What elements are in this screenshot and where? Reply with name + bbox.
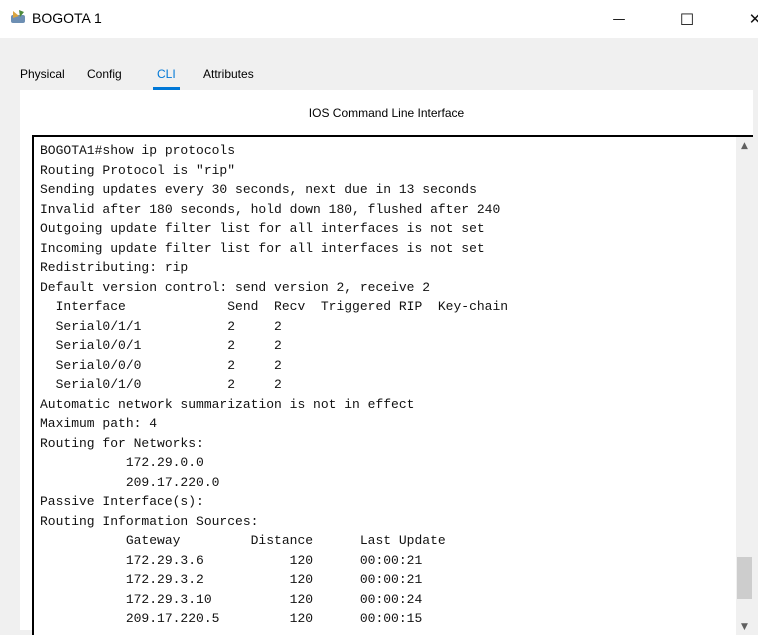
cli-terminal[interactable]: BOGOTA1#show ip protocols Routing Protoc… <box>32 135 753 635</box>
minimize-button[interactable]: — <box>596 0 642 38</box>
maximize-icon: ☐ <box>679 9 695 29</box>
tab-cli[interactable]: CLI <box>153 58 180 90</box>
vertical-scrollbar[interactable]: ▲ ▼ <box>736 137 753 635</box>
router-icon <box>9 9 27 27</box>
cli-heading: IOS Command Line Interface <box>308 106 465 120</box>
maximize-button[interactable]: ☐ <box>664 0 710 38</box>
tab-bar: Physical Config CLI Attributes <box>20 58 340 90</box>
window-title: BOGOTA 1 <box>32 10 102 26</box>
title-bar[interactable]: BOGOTA 1 — ☐ ✕ <box>0 0 758 38</box>
close-icon: ✕ <box>748 10 758 28</box>
client-area: Physical Config CLI Attributes IOS Comma… <box>0 38 758 635</box>
cli-output[interactable]: BOGOTA1#show ip protocols Routing Protoc… <box>40 141 508 629</box>
tab-physical[interactable]: Physical <box>20 58 65 90</box>
close-button[interactable]: ✕ <box>732 0 758 38</box>
minimize-icon: — <box>612 11 626 27</box>
scroll-thumb[interactable] <box>737 557 752 599</box>
scroll-down-arrow-icon[interactable]: ▼ <box>736 618 753 635</box>
tab-config[interactable]: Config <box>87 58 122 90</box>
scroll-up-arrow-icon[interactable]: ▲ <box>736 137 753 154</box>
cli-panel: IOS Command Line Interface BOGOTA1#show … <box>20 90 753 635</box>
tab-attributes[interactable]: Attributes <box>203 58 254 90</box>
app-window: BOGOTA 1 — ☐ ✕ Physical Config CLI Attri… <box>0 0 758 635</box>
